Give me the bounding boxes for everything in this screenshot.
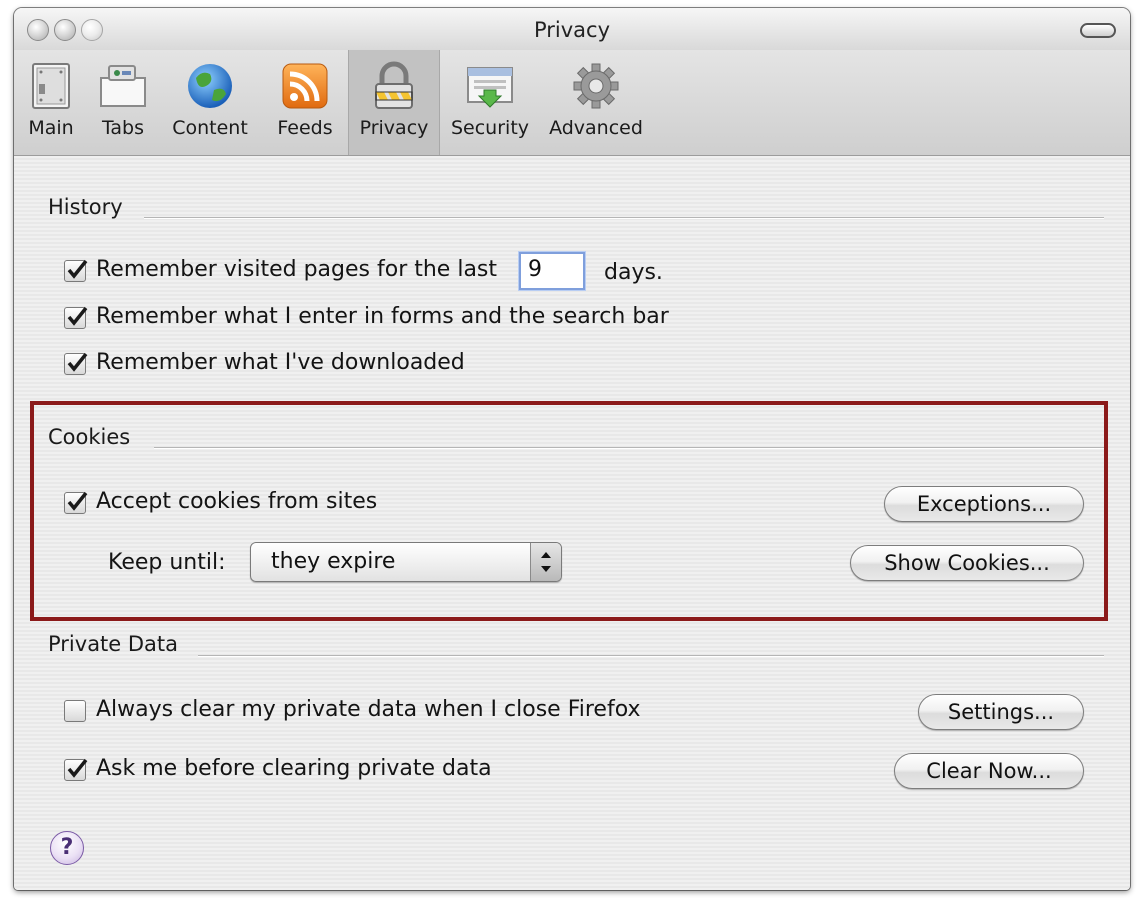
show-cookies-button[interactable]: Show Cookies...: [850, 545, 1084, 581]
select-arrows-icon: [530, 543, 561, 581]
days-label: days.: [604, 260, 663, 285]
remember-visited-checkbox[interactable]: [64, 259, 88, 282]
remember-forms-label: Remember what I enter in forms and the s…: [96, 304, 669, 329]
ask-before-clearing-label: Ask me before clearing private data: [96, 756, 492, 781]
preferences-window: Privacy Main Tabs Content Feeds Privacy …: [14, 8, 1130, 890]
preferences-toolbar: Main Tabs Content Feeds Privacy Security…: [14, 50, 1130, 156]
tab-security-label: Security: [450, 117, 530, 139]
cookie-exceptions-button[interactable]: Exceptions...: [884, 486, 1084, 522]
title-bar[interactable]: Privacy: [14, 8, 1130, 51]
main-switch-icon: [25, 60, 77, 112]
tab-security[interactable]: Security: [440, 50, 540, 155]
tab-tabs[interactable]: Tabs: [88, 50, 158, 155]
help-button[interactable]: ?: [50, 831, 84, 865]
tab-privacy[interactable]: Privacy: [348, 50, 440, 155]
remember-forms-checkbox[interactable]: [64, 306, 88, 329]
checkmark-icon: [67, 491, 88, 511]
tab-advanced[interactable]: Advanced: [540, 50, 652, 155]
ask-before-clearing-checkbox[interactable]: [64, 758, 88, 781]
tabs-icon: [97, 60, 149, 112]
padlock-icon: [368, 60, 420, 112]
private-data-divider: [198, 655, 1104, 657]
tab-feeds-label: Feeds: [277, 117, 333, 139]
globe-icon: [184, 60, 236, 112]
tab-main-label: Main: [28, 117, 74, 139]
remember-downloads-checkbox[interactable]: [64, 352, 88, 375]
tab-feeds[interactable]: Feeds: [262, 50, 348, 155]
clear-now-button[interactable]: Clear Now...: [894, 753, 1084, 789]
history-divider: [144, 217, 1104, 219]
toolbar-toggle-button[interactable]: [1080, 23, 1116, 38]
tab-main[interactable]: Main: [14, 50, 88, 155]
keep-until-value: they expire: [271, 549, 396, 574]
tab-content[interactable]: Content: [158, 50, 262, 155]
rss-icon: [279, 60, 331, 112]
checkmark-icon: [67, 259, 88, 279]
keep-until-label: Keep until:: [108, 550, 226, 575]
tab-content-label: Content: [172, 117, 248, 139]
security-download-icon: [464, 60, 516, 112]
cookies-divider: [154, 447, 1104, 449]
tab-tabs-label: Tabs: [101, 117, 145, 139]
accept-cookies-checkbox[interactable]: [64, 491, 88, 514]
always-clear-checkbox[interactable]: [64, 700, 86, 722]
history-section-title: History: [48, 195, 123, 219]
tab-privacy-label: Privacy: [359, 117, 429, 139]
keep-until-select[interactable]: they expire: [250, 542, 562, 582]
private-data-section-title: Private Data: [48, 632, 179, 656]
accept-cookies-label: Accept cookies from sites: [96, 489, 378, 514]
tab-advanced-label: Advanced: [549, 117, 643, 139]
checkmark-icon: [67, 306, 88, 326]
history-days-field[interactable]: 9: [519, 252, 585, 290]
private-data-settings-button[interactable]: Settings...: [918, 694, 1084, 730]
always-clear-label: Always clear my private data when I clos…: [96, 697, 641, 722]
remember-visited-label: Remember visited pages for the last: [96, 257, 498, 282]
window-title: Privacy: [533, 18, 611, 42]
cookies-section-title: Cookies: [48, 425, 131, 449]
gear-icon: [570, 60, 622, 112]
remember-downloads-label: Remember what I've downloaded: [96, 350, 465, 375]
checkmark-icon: [67, 352, 88, 372]
checkmark-icon: [67, 758, 88, 778]
